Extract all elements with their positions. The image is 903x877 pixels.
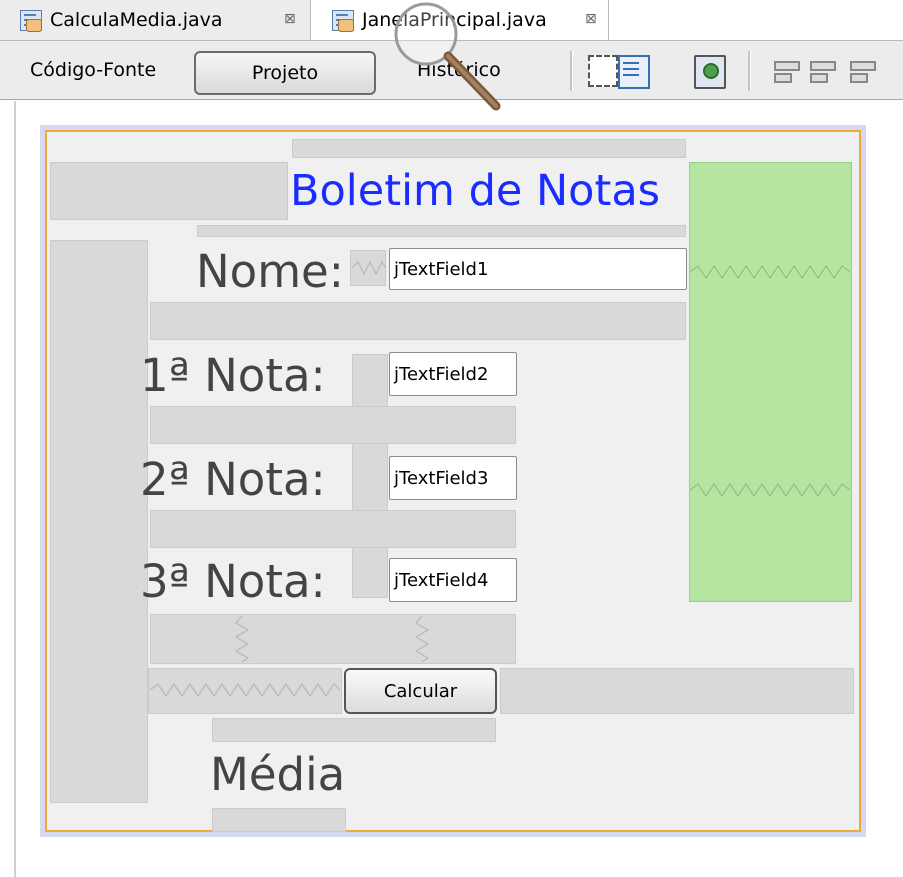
align-right-icon[interactable]	[808, 59, 836, 83]
layout-gap[interactable]	[500, 668, 854, 714]
selection-mode-icon[interactable]	[588, 55, 618, 87]
preview-design-icon[interactable]	[694, 55, 726, 89]
resize-spring-icon	[150, 682, 340, 698]
calcular-button[interactable]: Calcular	[344, 668, 497, 714]
layout-gap[interactable]	[212, 808, 346, 832]
resize-spring-icon	[352, 260, 386, 276]
media-label[interactable]: Média	[210, 752, 345, 797]
java-form-file-icon	[330, 9, 356, 32]
history-view-button[interactable]: Histórico	[417, 59, 501, 81]
resize-spring-icon	[414, 616, 430, 662]
layout-gap[interactable]	[150, 302, 686, 340]
layout-gap[interactable]	[150, 406, 516, 444]
editor-tab-bar: CalculaMedia.java ⊠ JanelaPrincipal.java…	[0, 0, 903, 40]
nota1-label[interactable]: 1ª Nota:	[140, 353, 326, 398]
layout-gap[interactable]	[197, 225, 686, 237]
java-bean-file-icon	[18, 9, 44, 32]
layout-gap[interactable]	[50, 162, 288, 220]
toolbar-separator	[748, 51, 751, 91]
layout-gap[interactable]	[50, 240, 148, 803]
align-left-icon[interactable]	[772, 59, 800, 83]
nome-label[interactable]: Nome:	[196, 249, 344, 294]
nota1-text-field[interactable]: jTextField2	[389, 352, 517, 396]
layout-gap[interactable]	[212, 718, 496, 742]
toolbar-separator	[570, 51, 573, 91]
resize-spring-icon	[690, 264, 850, 280]
connection-mode-icon[interactable]	[618, 55, 650, 89]
editor-gutter	[14, 101, 16, 877]
nota3-label[interactable]: 3ª Nota:	[140, 559, 326, 604]
title-label[interactable]: Boletim de Notas	[290, 170, 660, 213]
nome-text-field[interactable]: jTextField1	[389, 248, 687, 290]
close-tab-icon[interactable]: ⊠	[585, 11, 597, 27]
close-tab-icon[interactable]: ⊠	[284, 11, 296, 27]
layout-gap[interactable]	[352, 354, 388, 598]
tab-janelaprincipal[interactable]: JanelaPrincipal.java ⊠	[312, 0, 609, 40]
nota3-text-field[interactable]: jTextField4	[389, 558, 517, 602]
tab-calculamedia[interactable]: CalculaMedia.java ⊠	[0, 0, 311, 40]
tab-label: CalculaMedia.java	[50, 9, 223, 31]
designer-toolbar: Código-Fonte Projeto Histórico	[0, 40, 903, 100]
nota2-text-field[interactable]: jTextField3	[389, 456, 517, 500]
center-horizontally-icon[interactable]	[848, 59, 876, 83]
layout-gap[interactable]	[150, 614, 516, 664]
green-panel[interactable]	[689, 162, 852, 602]
source-view-button[interactable]: Código-Fonte	[30, 59, 156, 81]
design-view-button[interactable]: Projeto	[194, 51, 376, 95]
layout-gap[interactable]	[150, 510, 516, 548]
nota2-label[interactable]: 2ª Nota:	[140, 457, 326, 502]
resize-spring-icon	[690, 482, 850, 498]
layout-gap[interactable]	[292, 139, 686, 158]
resize-spring-icon	[234, 616, 250, 662]
tab-label: JanelaPrincipal.java	[362, 9, 547, 31]
